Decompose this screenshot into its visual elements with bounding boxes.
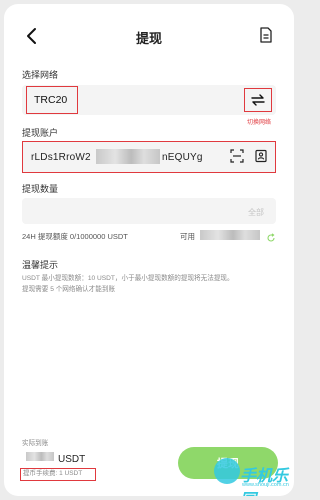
received-unit: USDT — [58, 454, 86, 465]
scan-icon[interactable] — [230, 149, 244, 163]
page-title: 提现 — [135, 31, 162, 46]
address-redaction — [96, 149, 160, 164]
tip-confirmations: 提现需要 5 个网络确认才能到账 — [22, 286, 116, 293]
limit-text: 24H 提现额度 0/1000000 USDT — [22, 232, 128, 241]
withdraw-screen: 提现 选择网络 TRC20 切换网络 提现账户 rLDs1RroW2 nEQUY… — [4, 4, 294, 496]
address-end-text: nEQUYg — [162, 152, 203, 163]
all-button[interactable]: 全部 — [248, 207, 264, 218]
record-list-icon[interactable] — [259, 27, 273, 43]
available-redaction — [200, 230, 260, 240]
fee-text: 提币手续费: 1 USDT — [23, 470, 83, 477]
available-label: 可用 — [180, 232, 195, 241]
swap-network-button[interactable] — [244, 88, 272, 112]
amount-section-label: 提现数量 — [22, 184, 59, 194]
tips-title: 温馨提示 — [22, 260, 59, 270]
received-label: 实际到账 — [22, 440, 49, 447]
received-amount-redaction — [26, 452, 54, 461]
address-start-text: rLDs1RroW2 — [31, 152, 91, 163]
watermark-url: www.shouji.com.cn — [242, 482, 289, 488]
watermark-logo-icon — [214, 458, 240, 484]
swap-network-note: 切换网络 — [247, 120, 272, 126]
account-section-label: 提现账户 — [22, 128, 59, 138]
amount-input[interactable] — [22, 198, 276, 224]
network-section-label: 选择网络 — [22, 70, 59, 80]
watermark-text: 手机乐园 — [240, 468, 289, 496]
refresh-icon[interactable] — [266, 230, 276, 242]
swap-icon — [251, 94, 265, 106]
tip-min-amount: USDT 最小提现数额：10 USDT，小于最小提现数额的提现将无法提现。 — [22, 275, 234, 282]
network-value: TRC20 — [34, 94, 68, 106]
address-book-icon[interactable] — [254, 149, 268, 163]
